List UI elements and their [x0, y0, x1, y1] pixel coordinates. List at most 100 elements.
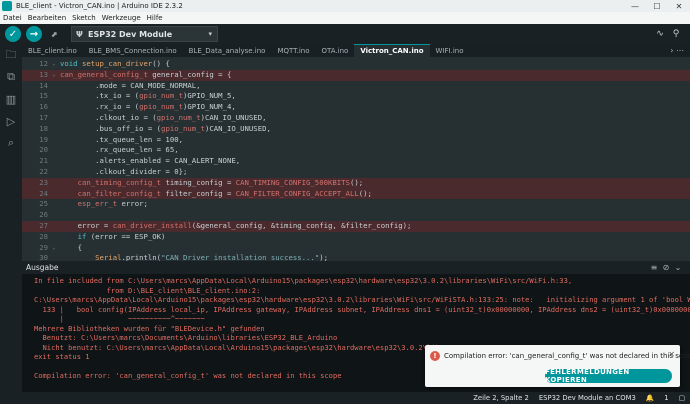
code-token: can_filter_config_t — [60, 188, 162, 198]
toolbar: ✓ → ⬈ Ψ ESP32 Dev Module ▾ ∿ ⚲ — [0, 24, 690, 44]
minimize-button[interactable]: — — [624, 0, 646, 12]
line-number: 14 — [39, 80, 48, 90]
menu-hilfe[interactable]: Hilfe — [144, 14, 166, 22]
code-editor[interactable]: 12 ⌄ void setup_can_driver() {13 ⌄ can_gener… — [22, 57, 690, 261]
code-token: general_config = { — [147, 69, 232, 79]
code-line[interactable]: 26 — [22, 210, 690, 221]
output-line: from D:\BLE_client\BLE_client.ino:2: — [34, 285, 261, 295]
code-line[interactable]: 13 ⌄ can_general_config_t general_config =… — [22, 69, 690, 81]
fold-toggle-icon[interactable]: ⌄ — [52, 243, 56, 254]
code-token: )CAN_IO_UNUSED, — [204, 123, 271, 133]
search-icon[interactable]: ⌕ — [0, 132, 22, 154]
code-line[interactable]: 27 error = can_driver_install(&general_c… — [22, 221, 690, 232]
code-line[interactable]: 28 if (error == ESP_OK) — [22, 232, 690, 243]
code-token: .clkout_divider = 0}; — [60, 167, 188, 176]
code-token: { — [60, 242, 82, 252]
collapse-panel-icon[interactable]: ⌄ — [672, 263, 684, 272]
board-selector[interactable]: Ψ ESP32 Dev Module ▾ — [71, 26, 218, 42]
code-text: error = can_driver_install(&general_conf… — [60, 221, 412, 232]
verify-button[interactable]: ✓ — [5, 26, 21, 42]
code-token: filter_config = — [161, 188, 236, 198]
debug-button[interactable]: ⬈ — [47, 27, 61, 41]
upload-button[interactable]: → — [26, 26, 42, 42]
code-line[interactable]: 16 .rx_io = (gpio_num_t)GPIO_NUM_4, — [22, 102, 690, 113]
code-text: can_general_config_t general_config = { — [60, 70, 231, 81]
code-token: gpio_num_t — [156, 113, 201, 122]
code-token: )GPIO_NUM_4, — [183, 102, 236, 112]
library-manager-icon[interactable]: ▥ — [0, 88, 22, 110]
window-title: BLE_client - Victron_CAN.ino | Arduino I… — [16, 2, 183, 10]
menu-sketch[interactable]: Sketch — [69, 14, 99, 22]
tab-ble-bms-connection-ino[interactable]: BLE_BMS_Connection.ino — [83, 44, 183, 57]
code-line[interactable]: 12 ⌄ void setup_can_driver() { — [22, 59, 690, 70]
code-token: setup_can_driver — [81, 59, 153, 68]
menu-werkzeuge[interactable]: Werkzeuge — [99, 14, 144, 22]
maximize-button[interactable]: ☐ — [646, 0, 668, 12]
more-tabs-icon[interactable]: › ⋯ — [670, 44, 684, 57]
output-line: Nicht benutzt: C:\Users\marcs\AppData\Lo… — [34, 342, 449, 352]
clear-output-icon[interactable]: ⊘ — [660, 263, 672, 272]
tab-mqtt-ino[interactable]: MQTT.ino — [271, 44, 315, 57]
activity-sidebar: 🗀 ⧉ ▥ ▷ ⌕ — [0, 44, 22, 392]
close-icon[interactable]: ✕ — [668, 350, 675, 359]
output-line: In file included from C:\Users\marcs\App… — [34, 276, 573, 285]
tab-victron-can-ino[interactable]: Victron_CAN.ino — [354, 44, 430, 57]
output-line: C:\Users\marcs\AppData\Local\Arduino15\p… — [34, 295, 690, 304]
code-line[interactable]: 19 .tx_queue_len = 100, — [22, 135, 690, 146]
code-token: CAN_FILTER_CONFIG_ACCEPT_ALL — [235, 188, 359, 198]
code-line[interactable]: 24 can_filter_config_t filter_config = C… — [22, 188, 690, 200]
code-token: error = — [60, 221, 113, 230]
code-token: .rx_queue_len = 65, — [60, 145, 179, 155]
line-number: 23 — [39, 177, 48, 187]
output-line: exit status 1 — [34, 352, 90, 361]
copy-error-messages-button[interactable]: FEHLERMELDUNGEN KOPIEREN — [545, 368, 672, 384]
serial-monitor-icon[interactable]: ⚲ — [668, 26, 684, 42]
code-text: if (error == ESP_OK) — [60, 231, 166, 243]
serial-plotter-icon[interactable]: ∿ — [652, 26, 668, 42]
usb-plug-icon: Ψ — [76, 29, 83, 39]
code-line[interactable]: 18 .bus_off_io = (gpio_num_t)CAN_IO_UNUS… — [22, 124, 690, 135]
code-token: gpio_num_t — [139, 102, 184, 112]
error-icon: ! — [430, 351, 440, 361]
notification-bell-icon[interactable]: 🔔 — [641, 394, 659, 402]
code-token: (error == ESP_OK) — [86, 231, 166, 241]
menu-datei[interactable]: Datei — [0, 14, 25, 22]
sketchbook-folder-icon[interactable]: 🗀 — [0, 44, 22, 66]
line-number: 29 — [39, 242, 48, 252]
toggle-panel-icon[interactable]: ▢ — [674, 394, 690, 402]
tab-wifi-ino[interactable]: WIFI.ino — [430, 44, 470, 57]
boards-manager-icon[interactable]: ⧉ — [0, 66, 22, 88]
code-token: (); — [349, 177, 364, 187]
error-notification: ! Compilation error: 'can_general_config… — [425, 345, 690, 387]
code-line[interactable]: 25 esp_err_t error; — [22, 199, 690, 210]
code-token: .tx_queue_len = 100, — [60, 134, 184, 144]
toggle-autoscroll-icon[interactable]: ≡ — [648, 263, 660, 272]
fold-toggle-icon[interactable]: ⌄ — [52, 70, 56, 81]
code-token: void — [60, 59, 82, 68]
code-line[interactable]: 29 ⌄ { — [22, 243, 690, 254]
code-text: esp_err_t error; — [60, 199, 148, 210]
line-number: 15 — [39, 91, 48, 101]
code-line[interactable]: 22 .clkout_divider = 0}; — [22, 167, 690, 178]
code-line[interactable]: 14 .mode = CAN_MODE_NORMAL, — [22, 81, 690, 92]
code-line[interactable]: 23 can_timing_config_t timing_config = C… — [22, 177, 690, 189]
menu-bearbeiten[interactable]: Bearbeiten — [25, 14, 69, 22]
code-line[interactable]: 17 .clkout_io = (gpio_num_t)CAN_IO_UNUSE… — [22, 113, 690, 124]
board-port-status[interactable]: ESP32 Dev Module an COM3 — [534, 394, 641, 402]
code-line[interactable]: 30 Serial.println("CAN Driver installati… — [22, 253, 690, 261]
arduino-logo-icon — [2, 1, 12, 11]
debug-icon[interactable]: ▷ — [0, 110, 22, 132]
close-window-button[interactable]: ✕ — [668, 0, 690, 12]
line-number: 16 — [39, 102, 48, 112]
code-line[interactable]: 20 .rx_queue_len = 65, — [22, 145, 690, 156]
code-token: .bus_off_io = ( — [60, 123, 162, 133]
fold-toggle-icon[interactable]: ⌄ — [52, 59, 56, 70]
code-text: .clkout_io = (gpio_num_t)CAN_IO_UNUSED, — [60, 113, 266, 124]
code-line[interactable]: 21 .alerts_enabled = CAN_ALERT_NONE, — [22, 156, 690, 167]
tab-ble-client-ino[interactable]: BLE_client.ino — [22, 44, 83, 57]
tab-ble-data-analyse-ino[interactable]: BLE_Data_analyse.ino — [183, 44, 272, 57]
tab-ota-ino[interactable]: OTA.ino — [316, 44, 355, 57]
line-number: 30 — [39, 253, 48, 261]
code-line[interactable]: 15 .tx_io = (gpio_num_t)GPIO_NUM_5, — [22, 91, 690, 102]
cursor-position: Zeile 2, Spalte 2 — [473, 394, 529, 402]
